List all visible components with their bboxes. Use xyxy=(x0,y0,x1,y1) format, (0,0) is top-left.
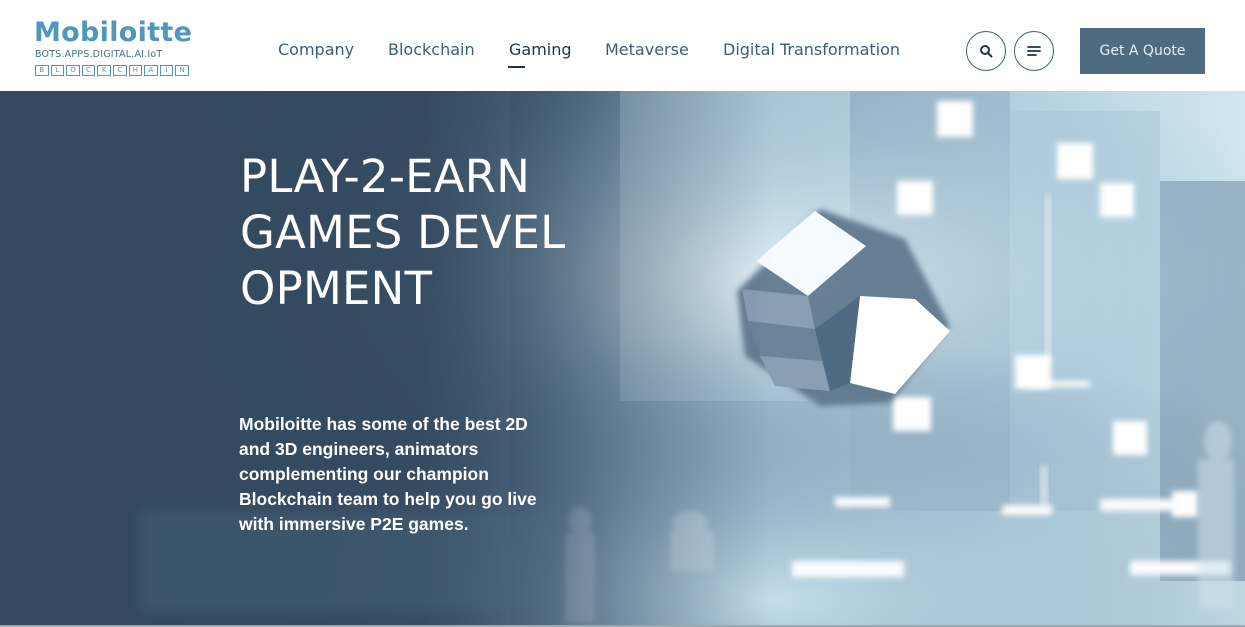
nav-item-gaming[interactable]: Gaming xyxy=(509,40,572,60)
logo-letter: B xyxy=(35,65,49,76)
menu-button[interactable] xyxy=(1014,31,1054,71)
nav-item-digital-transformation[interactable]: Digital Transformation xyxy=(723,40,900,60)
nav-item-metaverse[interactable]: Metaverse xyxy=(605,40,689,60)
hero-description: Mobiloitte has some of the best 2D and 3… xyxy=(239,414,537,534)
hero-background-image xyxy=(0,91,1245,627)
logo[interactable]: Mobiloitte BOTS.APPS.DIGITAL.AI.IoT B L … xyxy=(34,17,192,78)
hero-title: PLAY-2-EARN GAMES DEVELOPMENT xyxy=(240,150,566,315)
hero-banner: PLAY-2-EARN GAMES DEVELOPMENT Mobiloitte… xyxy=(0,91,1245,627)
nav-item-blockchain[interactable]: Blockchain xyxy=(388,40,475,60)
logo-letter: N xyxy=(175,65,189,76)
logo-tagline: BOTS.APPS.DIGITAL.AI.IoT xyxy=(35,49,163,60)
menu-icon xyxy=(1027,46,1041,56)
logo-letter-boxes: B L O C K C H A I N xyxy=(35,65,189,76)
logo-letter: O xyxy=(66,65,80,76)
logo-letter: A xyxy=(144,65,158,76)
search-icon xyxy=(980,45,993,58)
logo-letter: C xyxy=(112,65,127,76)
logo-letter: I xyxy=(159,65,174,76)
logo-letter: C xyxy=(81,65,96,76)
nav-item-company[interactable]: Company xyxy=(278,40,354,60)
site-header: Mobiloitte BOTS.APPS.DIGITAL.AI.IoT B L … xyxy=(0,0,1245,91)
search-button[interactable] xyxy=(966,31,1006,71)
logo-letter: K xyxy=(97,65,111,76)
logo-wordmark: Mobiloitte xyxy=(34,17,193,48)
active-nav-indicator xyxy=(508,66,525,68)
logo-letter: L xyxy=(50,65,65,76)
logo-letter: H xyxy=(128,65,143,76)
get-a-quote-button[interactable]: Get A Quote xyxy=(1080,28,1205,74)
